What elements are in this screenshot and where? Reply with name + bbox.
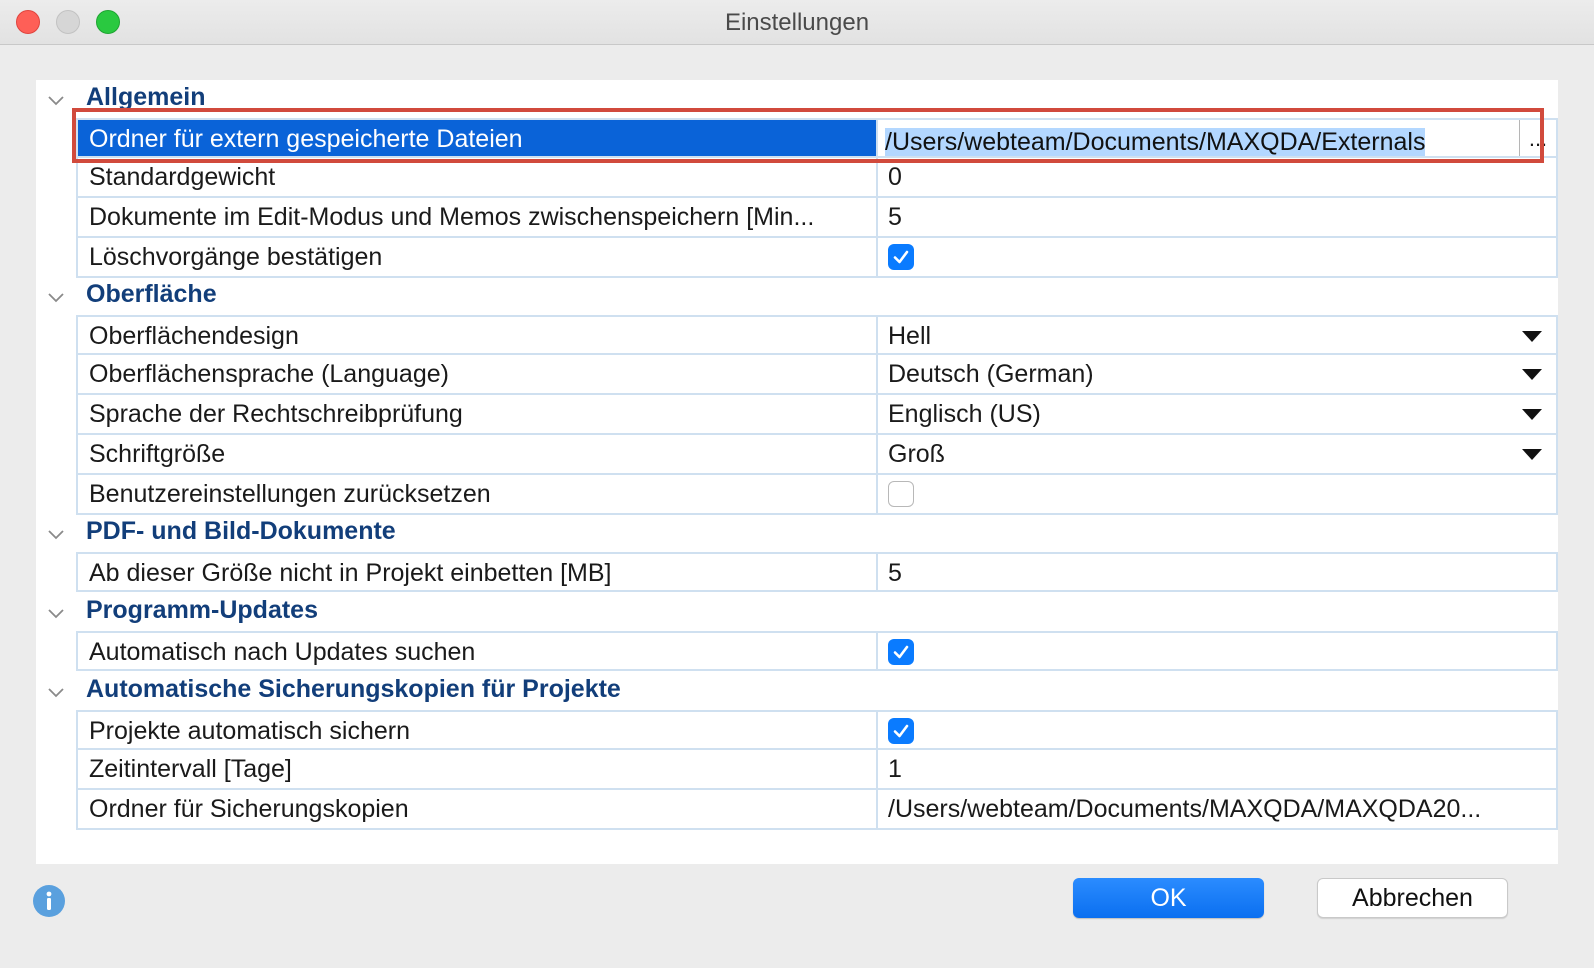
backup-interval-field[interactable]: 1 xyxy=(878,750,1556,788)
section-header-oberflaeche[interactable]: Oberfläche xyxy=(36,277,1558,317)
setting-row-default-weight[interactable]: Standardgewicht 0 xyxy=(76,158,1558,198)
setting-label: Oberflächensprache (Language) xyxy=(78,355,878,393)
setting-label: Sprache der Rechtschreibprüfung xyxy=(78,395,878,433)
select-value: Deutsch (German) xyxy=(888,360,1094,388)
setting-label: Schriftgröße xyxy=(78,435,878,473)
setting-label: Ab dieser Größe nicht in Projekt einbett… xyxy=(78,554,878,590)
auto-backup-checkbox[interactable] xyxy=(888,718,914,744)
setting-label: Ordner für Sicherungskopien xyxy=(78,790,878,828)
section-header-pdf-image[interactable]: PDF- und Bild-Dokumente xyxy=(36,514,1558,554)
section-title: Programm-Updates xyxy=(86,596,318,624)
external-folder-path-input[interactable]: /Users/webteam/Documents/MAXQDA/External… xyxy=(883,123,1518,156)
cancel-button[interactable]: Abbrechen xyxy=(1317,878,1508,918)
select-value: Hell xyxy=(888,322,932,350)
section-header-program-updates[interactable]: Programm-Updates xyxy=(36,593,1558,633)
setting-value: /Users/webteam/Documents/MAXQDA/External… xyxy=(878,120,1556,156)
autosave-interval-field[interactable]: 5 xyxy=(878,198,1556,236)
window-title: Einstellungen xyxy=(724,9,870,36)
setting-row-confirm-delete[interactable]: Löschvorgänge bestätigen xyxy=(76,238,1558,278)
setting-row-backup-folder[interactable]: Ordner für Sicherungskopien /Users/webte… xyxy=(76,790,1558,830)
section-title: Oberfläche xyxy=(86,280,217,308)
info-glyph xyxy=(46,891,52,910)
section-header-allgemein[interactable]: Allgemein xyxy=(36,80,1558,120)
chevron-down-icon[interactable] xyxy=(48,605,64,621)
setting-value xyxy=(878,712,1556,748)
select-value: Groß xyxy=(888,440,945,468)
ok-button[interactable]: OK xyxy=(1073,878,1264,918)
dropdown-arrow-icon[interactable] xyxy=(1522,409,1542,420)
setting-row-auto-update[interactable]: Automatisch nach Updates suchen xyxy=(76,631,1558,671)
setting-row-external-files-folder[interactable]: Ordner für extern gespeicherte Dateien /… xyxy=(76,118,1558,158)
info-icon[interactable] xyxy=(33,885,65,917)
section-header-auto-backup[interactable]: Automatische Sicherungskopien für Projek… xyxy=(36,672,1558,712)
select-value: Englisch (US) xyxy=(888,400,1041,428)
setting-label: Projekte automatisch sichern xyxy=(78,712,878,748)
setting-value xyxy=(878,238,1556,276)
setting-row-spellcheck-language[interactable]: Sprache der Rechtschreibprüfung Englisch… xyxy=(76,395,1558,435)
ui-language-select[interactable]: Deutsch (German) xyxy=(878,355,1556,393)
reset-user-settings-checkbox[interactable] xyxy=(888,481,914,507)
setting-label: Ordner für extern gespeicherte Dateien xyxy=(78,120,878,156)
checkmark-icon xyxy=(893,645,909,659)
chevron-down-icon[interactable] xyxy=(48,526,64,542)
setting-row-font-size[interactable]: Schriftgröße Groß xyxy=(76,435,1558,475)
font-size-select[interactable]: Groß xyxy=(878,435,1556,473)
section-title: Allgemein xyxy=(86,83,206,111)
dropdown-arrow-icon[interactable] xyxy=(1522,369,1542,380)
setting-row-embed-limit[interactable]: Ab dieser Größe nicht in Projekt einbett… xyxy=(76,552,1558,592)
setting-row-ui-design[interactable]: Oberflächendesign Hell xyxy=(76,315,1558,355)
ui-design-select[interactable]: Hell xyxy=(878,317,1556,353)
setting-label: Oberflächendesign xyxy=(78,317,878,353)
section-title: Automatische Sicherungskopien für Projek… xyxy=(86,675,621,703)
setting-label: Standardgewicht xyxy=(78,158,878,196)
chevron-down-icon[interactable] xyxy=(48,684,64,700)
dropdown-arrow-icon[interactable] xyxy=(1522,331,1542,342)
setting-row-ui-language[interactable]: Oberflächensprache (Language) Deutsch (G… xyxy=(76,355,1558,395)
setting-row-auto-backup[interactable]: Projekte automatisch sichern xyxy=(76,710,1558,750)
chevron-down-icon[interactable] xyxy=(48,289,64,305)
setting-value xyxy=(878,475,1556,513)
setting-label: Automatisch nach Updates suchen xyxy=(78,633,878,669)
dropdown-arrow-icon[interactable] xyxy=(1522,449,1542,460)
spellcheck-language-select[interactable]: Englisch (US) xyxy=(878,395,1556,433)
setting-label: Löschvorgänge bestätigen xyxy=(78,238,878,276)
default-weight-field[interactable]: 0 xyxy=(878,158,1556,196)
checkmark-icon xyxy=(893,250,909,264)
setting-row-reset-user-settings[interactable]: Benutzereinstellungen zurücksetzen xyxy=(76,475,1558,515)
auto-update-checkbox[interactable] xyxy=(888,639,914,665)
title-bar: Einstellungen xyxy=(0,0,1594,45)
embed-limit-field[interactable]: 5 xyxy=(878,554,1556,590)
setting-label: Dokumente im Edit-Modus und Memos zwisch… xyxy=(78,198,878,236)
setting-value xyxy=(878,633,1556,669)
browse-folder-button[interactable]: ... xyxy=(1519,120,1556,156)
setting-row-autosave-interval[interactable]: Dokumente im Edit-Modus und Memos zwisch… xyxy=(76,198,1558,238)
setting-label: Benutzereinstellungen zurücksetzen xyxy=(78,475,878,513)
setting-row-backup-interval[interactable]: Zeitintervall [Tage] 1 xyxy=(76,750,1558,790)
confirm-delete-checkbox[interactable] xyxy=(888,244,914,270)
section-title: PDF- und Bild-Dokumente xyxy=(86,517,396,545)
settings-table: Allgemein Ordner für extern gespeicherte… xyxy=(36,80,1558,864)
setting-label: Zeitintervall [Tage] xyxy=(78,750,878,788)
backup-folder-field[interactable]: /Users/webteam/Documents/MAXQDA/MAXQDA20… xyxy=(878,790,1556,828)
checkmark-icon xyxy=(893,724,909,738)
chevron-down-icon[interactable] xyxy=(48,92,64,108)
selected-path-text: /Users/webteam/Documents/MAXQDA/External… xyxy=(885,128,1426,156)
